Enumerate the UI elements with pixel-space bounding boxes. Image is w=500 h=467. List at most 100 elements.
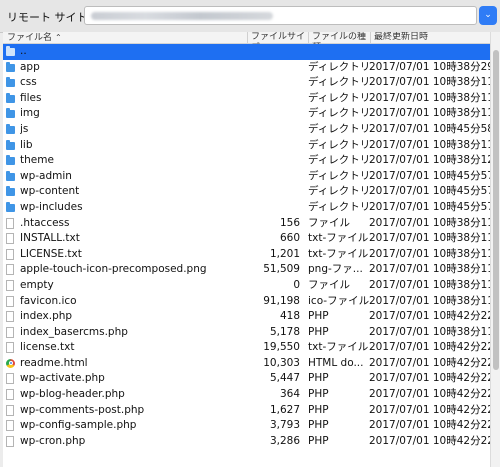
file-name: wp-includes: [20, 200, 83, 213]
remote-site-bar: リモート サイト: ⌄: [0, 0, 500, 33]
row-icon: [6, 231, 18, 247]
file-modified: 2017/07/01 10時38分11秒: [369, 263, 490, 276]
file-modified: 2017/07/01 10時42分22秒: [369, 372, 490, 385]
column-header-name[interactable]: ファイル名 ⌃: [3, 32, 248, 43]
file-name: css: [20, 76, 37, 89]
file-row[interactable]: LICENSE.txt 1,201 txt-ファイル 2017/07/01 10時38…: [3, 247, 490, 263]
file-row[interactable]: wp-comments-post.php 1,627 PHP 2017/07/01 1…: [3, 403, 490, 419]
file-size: [248, 169, 300, 185]
row-icon: [6, 247, 18, 263]
column-header-type[interactable]: ファイルの種類: [309, 32, 371, 53]
file-row[interactable]: wp-cron.php 3,286 PHP 2017/07/01 10時42分22秒: [3, 434, 490, 450]
file-type: ディレクトリ: [308, 138, 370, 151]
file-name: lib: [20, 138, 33, 151]
folder-icon: [6, 123, 15, 134]
file-row[interactable]: wp-includes ディレクトリ2017/07/01 10時45分57秒: [3, 200, 490, 216]
column-header-size[interactable]: ファイルサイズ: [248, 32, 309, 53]
file-size: 156: [279, 216, 300, 229]
file-type: ディレクトリ: [308, 76, 370, 89]
row-icon: [6, 371, 18, 387]
remote-path-input[interactable]: [84, 6, 477, 25]
row-icon: [6, 262, 18, 278]
file-name: empty: [20, 278, 54, 291]
file-row[interactable]: wp-admin ディレクトリ2017/07/01 10時45分57秒: [3, 169, 490, 185]
parent-directory-row[interactable]: ..: [3, 44, 490, 60]
file-icon: [6, 233, 14, 245]
file-row[interactable]: index_basercms.php 5,178 PHP 2017/07/01 10時…: [3, 325, 490, 341]
file-type: ディレクトリ: [308, 122, 370, 135]
file-row[interactable]: favicon.ico 91,198 ico-ファイル 2017/07/01 10時3…: [3, 294, 490, 310]
file-size: [248, 75, 300, 91]
file-modified: 2017/07/01 10時38分11秒: [369, 232, 490, 245]
file-row[interactable]: wp-content ディレクトリ2017/07/01 10時45分57秒: [3, 184, 490, 200]
file-type: PHP: [308, 372, 329, 385]
file-row[interactable]: readme.html 10,303 HTML do... 2017/07/01 10…: [3, 356, 490, 372]
file-type: ico-ファイル: [308, 294, 370, 307]
folder-icon: [6, 201, 15, 212]
row-icon: [6, 169, 18, 185]
file-type: PHP: [308, 325, 329, 338]
file-modified: 2017/07/01 10時45分58秒: [369, 122, 490, 135]
vertical-scrollbar[interactable]: [490, 32, 500, 467]
file-size: 10,303: [263, 356, 300, 369]
file-icon: [6, 404, 14, 416]
file-name: theme: [20, 154, 54, 167]
file-row[interactable]: files ディレクトリ2017/07/01 10時38分11秒: [3, 91, 490, 107]
file-row[interactable]: js ディレクトリ2017/07/01 10時45分58秒: [3, 122, 490, 138]
file-row[interactable]: wp-config-sample.php 3,793 PHP 2017/07/01 1…: [3, 418, 490, 434]
file-icon: [6, 264, 14, 276]
file-size: [248, 60, 300, 76]
file-row[interactable]: css ディレクトリ2017/07/01 10時38分11秒: [3, 75, 490, 91]
column-header-name-label: ファイル名: [7, 33, 53, 43]
file-row[interactable]: INSTALL.txt 660 txt-ファイル 2017/07/01 10時38分1…: [3, 231, 490, 247]
file-row[interactable]: index.php 418 PHP 2017/07/01 10時42分22秒: [3, 309, 490, 325]
file-size: [248, 106, 300, 122]
file-rows: .. appディレクトリ2017/07/01 10時38分29秒css ディレクトリ…: [3, 44, 490, 449]
file-type: PHP: [308, 310, 329, 323]
row-icon: [6, 340, 18, 356]
file-type: ディレクトリ: [308, 200, 370, 213]
file-size: 19,550: [263, 341, 300, 354]
row-icon: [6, 309, 18, 325]
file-modified: 2017/07/01 10時38分29秒: [369, 60, 490, 73]
file-name: wp-comments-post.php: [20, 403, 145, 416]
file-row[interactable]: app ディレクトリ2017/07/01 10時38分29秒: [3, 60, 490, 76]
file-size: 0: [293, 278, 300, 291]
file-type: txt-ファイル: [308, 341, 369, 354]
file-modified: 2017/07/01 10時42分22秒: [369, 388, 490, 401]
file-row[interactable]: lib ディレクトリ2017/07/01 10時38分11秒: [3, 138, 490, 154]
path-dropdown-button[interactable]: ⌄: [479, 6, 497, 25]
file-row[interactable]: .htaccess 156 ファイル 2017/07/01 10時38分11秒: [3, 216, 490, 232]
file-type: ディレクトリ: [308, 60, 370, 73]
file-size: 91,198: [263, 294, 300, 307]
file-name: wp-blog-header.php: [20, 388, 125, 401]
column-header-row: ファイル名⌃ ファイルサイズ ファイルの種類 最終更新日時: [3, 32, 490, 53]
chevron-down-icon: ⌄: [484, 10, 492, 20]
row-icon: [6, 75, 18, 91]
file-icon: [6, 373, 14, 385]
file-row[interactable]: theme ディレクトリ2017/07/01 10時38分12秒: [3, 153, 490, 169]
folder-icon: [6, 155, 15, 166]
file-size: [248, 122, 300, 138]
column-header-date[interactable]: 最終更新日時: [371, 32, 490, 43]
row-icon: [6, 91, 18, 107]
file-name: ..: [20, 45, 27, 57]
row-icon: [6, 403, 18, 419]
row-icon: [6, 434, 18, 450]
file-type: [308, 44, 370, 60]
file-row[interactable]: wp-blog-header.php 364 PHP 2017/07/01 10時42…: [3, 387, 490, 403]
file-row[interactable]: img ディレクトリ2017/07/01 10時38分11秒: [3, 106, 490, 122]
file-row[interactable]: empty 0 ファイル 2017/07/01 10時38分11秒: [3, 278, 490, 294]
file-type: txt-ファイル: [308, 232, 369, 245]
file-modified: 2017/07/01 10時38分11秒: [369, 216, 490, 229]
file-size: [248, 44, 300, 60]
file-icon: [6, 435, 14, 447]
scrollbar-thumb[interactable]: [493, 50, 499, 370]
file-icon: [6, 342, 14, 354]
file-row[interactable]: apple-touch-icon-precomposed.png 51,509 pn…: [3, 262, 490, 278]
remote-file-list[interactable]: ファイル名⌃ ファイルサイズ ファイルの種類 最終更新日時 .. app ディレクト…: [3, 32, 490, 467]
sort-ascending-icon: ⌃: [55, 33, 62, 42]
file-row[interactable]: license.txt 19,550 txt-ファイル 2017/07/01 10時4…: [3, 340, 490, 356]
file-modified: 2017/07/01 10時42分22秒: [369, 403, 490, 416]
file-row[interactable]: wp-activate.php 5,447 PHP 2017/07/01 10時42分…: [3, 371, 490, 387]
